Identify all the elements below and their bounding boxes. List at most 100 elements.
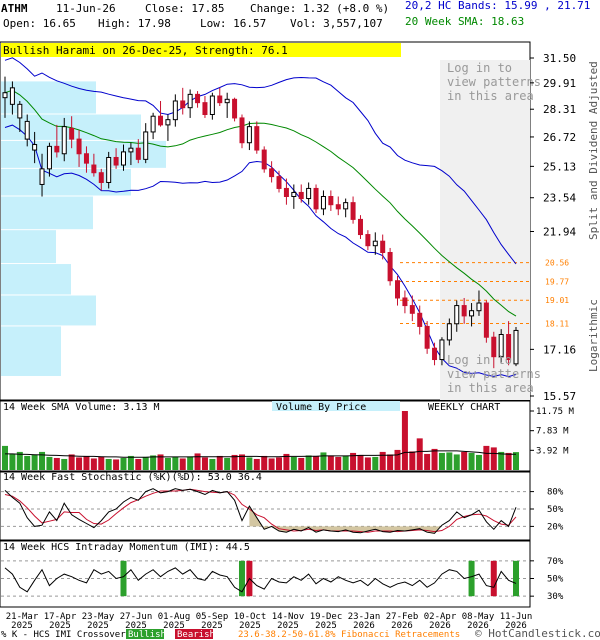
volume-bar	[483, 445, 490, 470]
volume-bar	[268, 458, 275, 470]
candle-body	[172, 100, 178, 121]
fib-label: 19.01	[545, 296, 569, 305]
date-axis: 21-Mar202517-Apr202523-May202527-Jun2025…	[6, 612, 533, 631]
candle-body	[483, 302, 489, 338]
volume-bar	[98, 456, 105, 470]
candle-body	[24, 120, 30, 140]
candle-body	[180, 100, 186, 109]
volume-bar	[201, 457, 208, 470]
volume-bar	[327, 455, 334, 470]
vbp-bar	[1, 264, 71, 295]
candle-body	[128, 147, 134, 153]
high-value: High: 17.98	[98, 17, 171, 30]
candle-body	[298, 191, 304, 200]
vbp-label: Volume By Price	[276, 402, 366, 413]
volume-bar	[246, 457, 253, 470]
candle-body	[39, 168, 45, 185]
fib-label: 19.77	[545, 277, 569, 286]
candle-body	[224, 98, 230, 104]
vbp-bar	[1, 295, 96, 326]
volume-axis: 11.75 M 7.83 M 3.92 M	[530, 407, 575, 456]
candle-body	[372, 240, 378, 247]
candle-body	[232, 98, 238, 119]
price-tick-label: 26.72	[543, 131, 576, 144]
candle-body	[32, 144, 38, 151]
volume-bar	[305, 455, 312, 470]
imi-bull-marker	[120, 560, 127, 597]
scale-label: Logarithmic	[587, 299, 600, 372]
volume-bar	[416, 438, 423, 470]
candle-body	[106, 156, 112, 183]
volume-bar	[379, 451, 386, 470]
volume-bar	[179, 458, 186, 470]
volume-bar	[76, 457, 83, 470]
open-value: Open: 16.65	[3, 17, 76, 30]
volume-bar	[105, 458, 112, 470]
fib-legend: 23.6-38.2-50-61.8% Fibonacci Retracement…	[238, 630, 460, 640]
stoch-tick-label: 80%	[547, 488, 564, 498]
volume-bar	[357, 454, 364, 470]
change-value: Change: 1.32 (+8.0 %)	[250, 2, 389, 15]
volume-bar	[313, 456, 320, 470]
candle-body	[380, 240, 386, 253]
candle-body	[209, 95, 215, 115]
price-tick-label: 17.16	[543, 343, 576, 356]
candle-body	[76, 138, 82, 155]
candle-body	[276, 176, 282, 189]
bearish-label: Bearish	[177, 630, 215, 640]
volume-bar	[187, 456, 194, 470]
volume-bar	[83, 456, 90, 470]
vbp-bar	[1, 196, 93, 230]
volume-bar	[216, 455, 223, 470]
sma-readout: 20 Week SMA: 18.63	[405, 15, 524, 28]
volume-bar	[53, 457, 60, 470]
imi-tick-label: 70%	[547, 557, 564, 567]
volume-bar	[453, 454, 460, 470]
volume-bar	[505, 452, 512, 470]
candle-body	[83, 153, 89, 164]
volume-bar	[409, 451, 416, 470]
login-line-1: Log in to	[447, 61, 512, 75]
vbp-bar	[1, 81, 96, 114]
candle-body	[432, 347, 438, 361]
candle-body	[424, 325, 430, 349]
candle-body	[195, 93, 201, 104]
price-tick-label: 28.31	[543, 103, 576, 116]
volume-bar	[394, 449, 401, 470]
candle-body	[343, 202, 349, 210]
candle-body	[91, 164, 97, 174]
volume-value: Vol: 3,557,107	[290, 17, 383, 30]
volume-bar	[342, 455, 349, 470]
low-value: Low: 16.57	[200, 17, 266, 30]
volume-bar	[513, 452, 519, 470]
volume-bar	[320, 452, 327, 470]
candle-body	[350, 202, 356, 220]
credit: © HotCandlestick.com	[475, 627, 600, 640]
volume-bar	[90, 458, 97, 470]
candle-body	[439, 339, 445, 361]
login-line-3b: in this area	[447, 381, 534, 395]
candle-body	[69, 127, 75, 140]
candle-body	[357, 218, 363, 236]
volume-bar	[113, 459, 120, 470]
volume-tick-label: 7.83 M	[536, 427, 569, 437]
volume-bar	[46, 456, 53, 470]
candle-body	[409, 305, 415, 314]
pattern-banner: Bullish Harami on 26-Dec-25, Strength: 7…	[3, 44, 288, 57]
candle-body	[454, 305, 460, 325]
candle-body	[365, 234, 371, 247]
volume-bar	[68, 454, 75, 470]
volume-bar	[127, 455, 134, 470]
imi-bull-marker	[468, 560, 475, 597]
hc-bands-readout: 20,2 HC Bands: 15.99 , 21.71	[405, 0, 590, 12]
candle-body	[187, 93, 193, 109]
stoch-tick-label: 20%	[547, 522, 564, 532]
candle-body	[335, 204, 341, 210]
candle-body	[165, 119, 171, 126]
candle-body	[2, 92, 8, 99]
volume-bar	[290, 456, 297, 470]
volume-bar	[194, 453, 201, 470]
candle-body	[469, 310, 475, 317]
candle-body	[513, 329, 519, 365]
fib-label: 20.56	[545, 259, 569, 268]
